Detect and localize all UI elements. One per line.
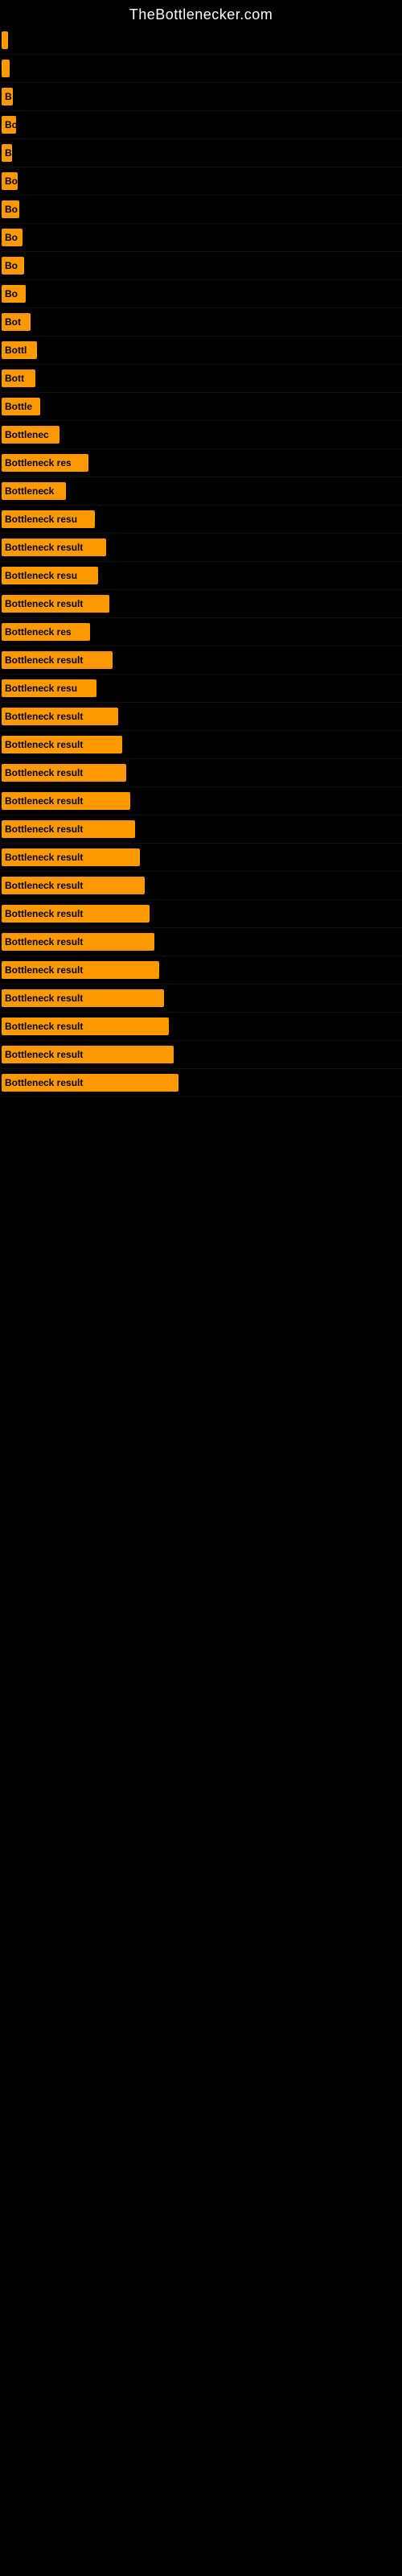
bar-label: Bottleneck result [2,651,113,669]
bar-label: Bot [2,313,31,331]
bar-label: Bottleneck result [2,1046,174,1063]
bar-label: Bottleneck result [2,1018,169,1035]
bar-row: Bottleneck result [0,900,402,928]
bar-row: Bo [0,196,402,224]
bar-row: Bottleneck result [0,759,402,787]
bar-row: Bottleneck result [0,844,402,872]
bar-label: Bottleneck res [2,454,88,472]
bar-label [2,31,8,49]
bar-label: Bo [2,200,19,218]
bar-label: Bottleneck res [2,623,90,641]
bar-row: B [0,83,402,111]
bar-chart: B Bo B Bo Bo Bo Bo Bo Bot Bottl Bott Bottle Bottlene… [0,27,402,1097]
bar-label: Bottleneck resu [2,567,98,584]
bar-row: Bo [0,167,402,196]
bar-row: Bottleneck [0,477,402,506]
bar-label [2,60,10,77]
bar-row: Bottleneck result [0,928,402,956]
bar-row: Bo [0,280,402,308]
bar-label: B [2,88,13,105]
bar-row: Bottleneck result [0,1013,402,1041]
bar-label: Bottleneck result [2,595,109,613]
bar-row: Bottleneck result [0,1041,402,1069]
bar-row: Bottleneck res [0,449,402,477]
bar-row [0,55,402,83]
bar-row: Bo [0,252,402,280]
bar-row: Bottleneck result [0,815,402,844]
bar-row: Bo [0,224,402,252]
bar-row: Bottleneck resu [0,506,402,534]
bar-label: Bottleneck resu [2,679,96,697]
bar-row: Bott [0,365,402,393]
bar-row: Bottleneck result [0,1069,402,1097]
bar-row [0,27,402,55]
bar-label: Bo [2,257,24,275]
bar-row: Bottleneck result [0,590,402,618]
bar-label: Bottl [2,341,37,359]
bar-row: Bottleneck result [0,703,402,731]
bar-row: Bottleneck res [0,618,402,646]
bar-label: Bottleneck result [2,736,122,753]
bar-label: Bottleneck result [2,792,130,810]
bar-label: Bo [2,116,16,134]
bar-label: Bottleneck result [2,933,154,951]
bar-label: Bottleneck result [2,764,126,782]
bar-label: Bottleneck result [2,708,118,725]
bar-label: Bottleneck result [2,848,140,866]
bar-row: Bottleneck result [0,872,402,900]
bar-row: Bottleneck result [0,534,402,562]
site-title: TheBottlenecker.com [0,0,402,27]
bar-label: Bottleneck [2,482,66,500]
bar-label: Bottleneck resu [2,510,95,528]
bar-label: Bottleneck result [2,820,135,838]
bar-label: Bottleneck result [2,961,159,979]
bar-label: Bottleneck result [2,539,106,556]
bar-label: B [2,144,12,162]
bar-row: Bottle [0,393,402,421]
bar-row: Bottlenec [0,421,402,449]
bar-row: Bottleneck result [0,787,402,815]
bar-row: Bottleneck result [0,731,402,759]
bar-row: Bot [0,308,402,336]
bar-label: Bott [2,369,35,387]
bar-label: Bottleneck result [2,989,164,1007]
bar-label: Bottleneck result [2,905,150,923]
bar-label: Bo [2,285,26,303]
bar-label: Bottle [2,398,40,415]
bar-row: B [0,139,402,167]
bar-label: Bo [2,172,18,190]
bar-label: Bottleneck result [2,877,145,894]
bar-label: Bottlenec [2,426,59,444]
bar-row: Bottleneck result [0,646,402,675]
bar-row: Bo [0,111,402,139]
bar-label: Bo [2,229,23,246]
bar-label: Bottleneck result [2,1074,178,1092]
bar-row: Bottleneck resu [0,675,402,703]
bar-row: Bottleneck result [0,985,402,1013]
bar-row: Bottl [0,336,402,365]
bar-row: Bottleneck resu [0,562,402,590]
bar-row: Bottleneck result [0,956,402,985]
